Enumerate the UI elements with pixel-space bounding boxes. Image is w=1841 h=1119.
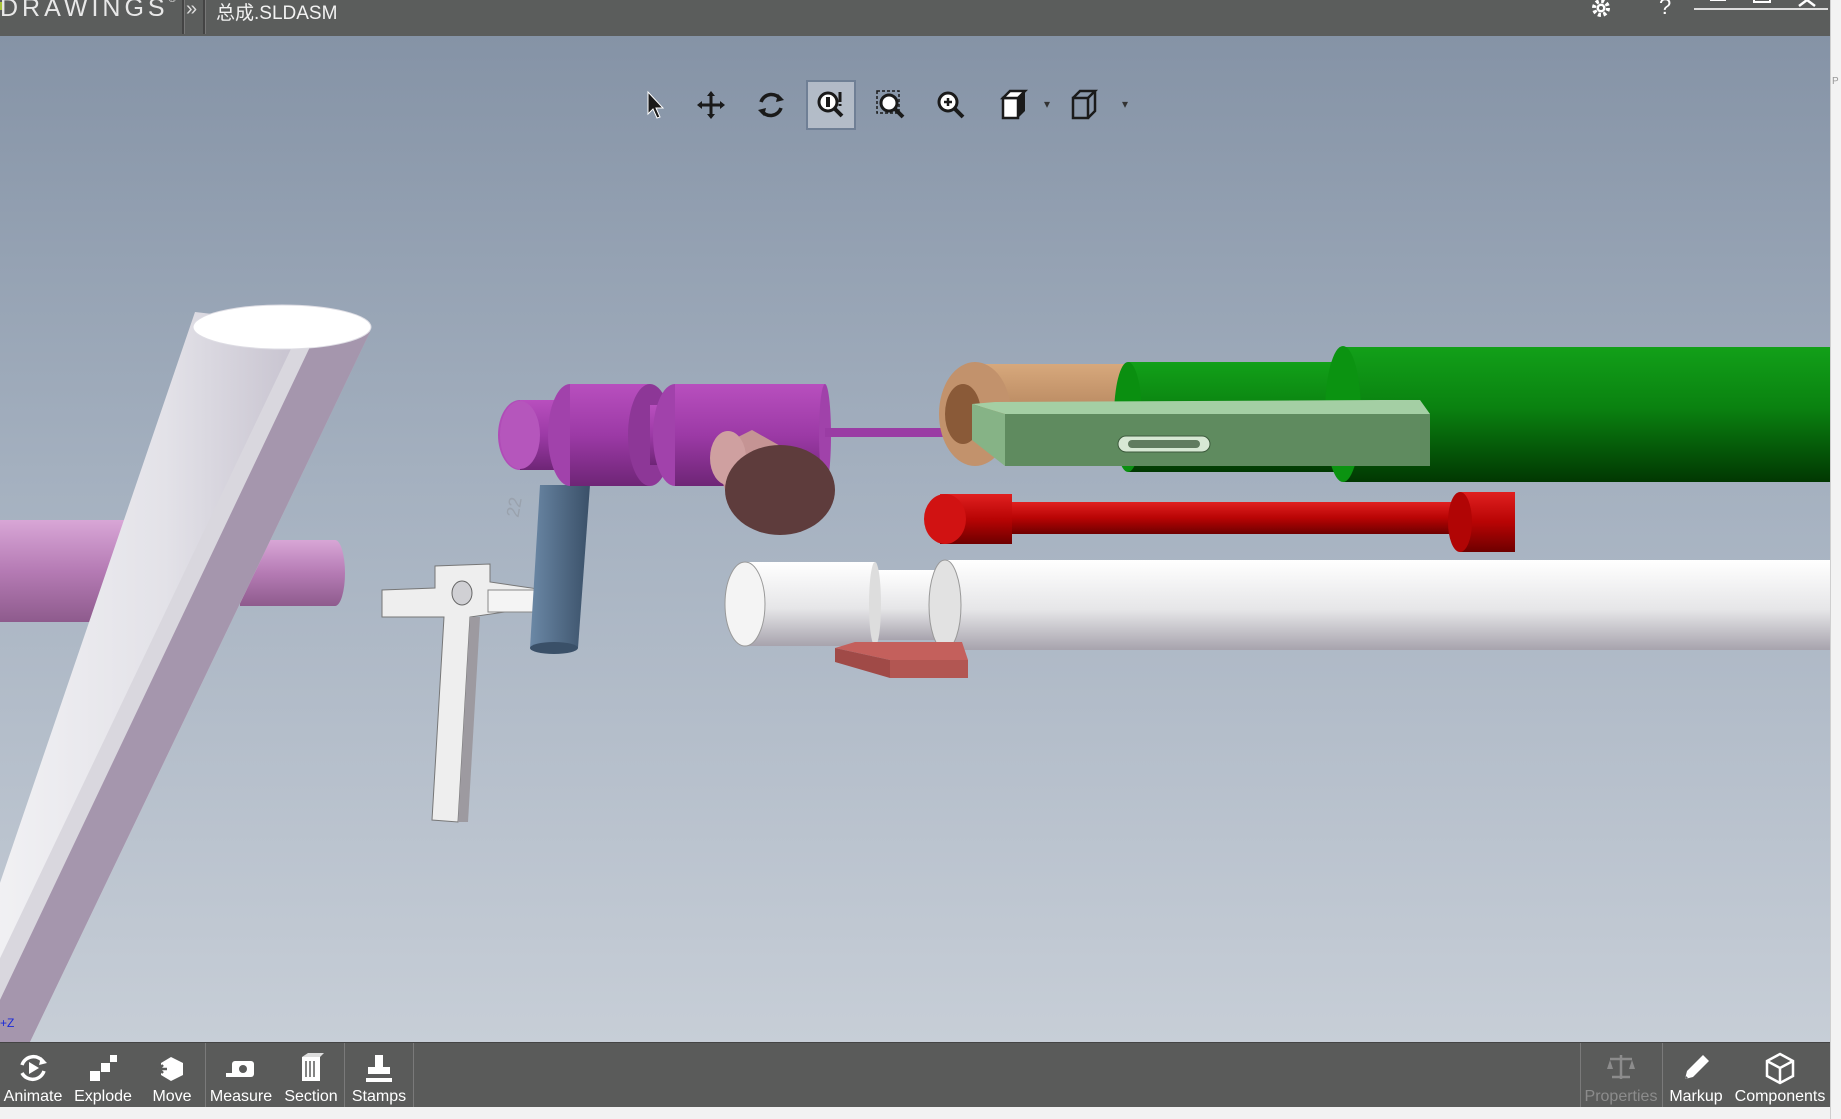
assembly-scene[interactable]: 22 bbox=[0, 36, 1830, 1042]
rotate-icon bbox=[758, 92, 784, 118]
white-shaft[interactable] bbox=[724, 559, 1830, 651]
explode-icon bbox=[90, 1055, 117, 1081]
select-tool[interactable] bbox=[630, 80, 680, 130]
animate-button[interactable]: Animate bbox=[0, 1043, 66, 1108]
bottom-toolbar: Animate Explode Move Measure Section Sta… bbox=[0, 1042, 1830, 1108]
right-edge-panel bbox=[1830, 0, 1841, 1119]
title-bar: DRAWINGS® » 总成.SLDASM ? bbox=[0, 0, 1830, 36]
zoom-in-out-tool[interactable] bbox=[926, 80, 976, 130]
move-arrows-icon bbox=[697, 91, 725, 119]
title-separator bbox=[182, 0, 185, 34]
zoom-icon bbox=[937, 91, 965, 119]
right-edge-glyph: P bbox=[1832, 76, 1839, 87]
minimize-icon[interactable] bbox=[1704, 0, 1734, 26]
stamps-icon bbox=[366, 1055, 392, 1082]
app-brand-text: DRAWINGS bbox=[0, 0, 169, 22]
stamps-button[interactable]: Stamps bbox=[345, 1043, 413, 1108]
zoom-fit-icon bbox=[817, 91, 844, 118]
view-orientation-icon bbox=[999, 89, 1029, 120]
green-slotted-bar[interactable] bbox=[972, 400, 1430, 466]
brand-registered-mark: ® bbox=[169, 0, 180, 5]
move-button[interactable]: Move bbox=[140, 1043, 204, 1108]
heads-up-view-toolbar: ▾ ▾ bbox=[630, 72, 1140, 132]
measure-button[interactable]: Measure bbox=[206, 1043, 276, 1108]
markup-pencil-icon bbox=[1685, 1055, 1709, 1079]
svg-text:?: ? bbox=[1659, 0, 1671, 19]
expand-chevron-icon[interactable]: » bbox=[186, 0, 197, 21]
blue-pin[interactable] bbox=[530, 485, 590, 654]
graphics-viewport[interactable]: 22 ▾ ▾ +Z bbox=[0, 36, 1830, 1042]
zoom-to-fit-tool[interactable] bbox=[806, 80, 856, 130]
display-style-tool[interactable] bbox=[1060, 80, 1110, 130]
pan-tool[interactable] bbox=[686, 80, 736, 130]
measure-label: Measure bbox=[209, 1088, 273, 1105]
animate-label: Animate bbox=[3, 1088, 63, 1105]
animate-icon bbox=[20, 1054, 47, 1082]
triad-axis-icon: +Z bbox=[0, 1016, 15, 1030]
help-icon[interactable]: ? bbox=[1650, 0, 1680, 26]
red-rod[interactable] bbox=[924, 492, 1515, 552]
move-icon bbox=[157, 1057, 183, 1081]
salmon-tab[interactable] bbox=[835, 642, 968, 678]
title-separator bbox=[203, 0, 206, 34]
app-brand: DRAWINGS® bbox=[0, 0, 180, 23]
dimension-label: 22 bbox=[503, 496, 526, 519]
toolbar-separator bbox=[413, 1043, 414, 1108]
section-button[interactable]: Section bbox=[278, 1043, 344, 1108]
properties-scale-icon bbox=[1607, 1055, 1635, 1079]
explode-button[interactable]: Explode bbox=[68, 1043, 138, 1108]
window-bottom-border bbox=[0, 1107, 1830, 1119]
measure-icon bbox=[226, 1061, 254, 1077]
frame-tube[interactable] bbox=[0, 304, 372, 1042]
stamps-label: Stamps bbox=[351, 1088, 407, 1105]
explode-label: Explode bbox=[74, 1088, 132, 1105]
properties-label: Properties bbox=[1584, 1088, 1658, 1105]
properties-button[interactable]: Properties bbox=[1581, 1043, 1661, 1108]
rotate-tool[interactable] bbox=[746, 80, 796, 130]
view-orientation-dropdown[interactable]: ▾ bbox=[1044, 97, 1050, 111]
gear-icon[interactable] bbox=[1586, 0, 1616, 26]
bracket-l[interactable] bbox=[381, 563, 546, 823]
display-style-cube-icon bbox=[1071, 89, 1099, 120]
pointer-arrow-icon bbox=[647, 90, 665, 119]
markup-button[interactable]: Markup bbox=[1663, 1043, 1729, 1108]
markup-label: Markup bbox=[1669, 1088, 1723, 1105]
display-style-dropdown[interactable]: ▾ bbox=[1122, 97, 1128, 111]
components-button[interactable]: Components bbox=[1731, 1043, 1829, 1108]
zoom-area-icon bbox=[876, 90, 905, 119]
view-orientation-tool[interactable] bbox=[990, 80, 1040, 130]
zoom-to-area-tool[interactable] bbox=[866, 80, 916, 130]
move-label: Move bbox=[152, 1088, 192, 1105]
section-label: Section bbox=[284, 1088, 338, 1105]
components-icon bbox=[1765, 1052, 1795, 1085]
components-label: Components bbox=[1734, 1088, 1826, 1105]
close-icon[interactable] bbox=[1793, 0, 1823, 26]
section-icon bbox=[302, 1053, 324, 1081]
maximize-icon[interactable] bbox=[1748, 0, 1778, 26]
document-title: 总成.SLDASM bbox=[216, 3, 338, 24]
